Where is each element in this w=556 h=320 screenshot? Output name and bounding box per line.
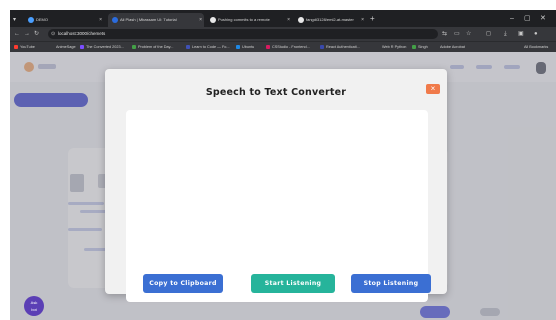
maximize-icon[interactable]: ▢	[524, 13, 531, 25]
tab-label: fangdi3128/eml2-at-master	[306, 17, 354, 22]
bookmark-star-icon[interactable]: ☆	[466, 29, 471, 39]
chat-bot-label: Ask bot	[30, 300, 38, 312]
reload-icon[interactable]: ↻	[34, 29, 39, 39]
tab-ali-plash[interactable]: Ali Plash | Mbassam UI: Tutorial ×	[108, 13, 204, 27]
tab-search-icon[interactable]: ▾	[12, 13, 20, 27]
address-bar[interactable]: ⊙ localhost:3000/chemets	[48, 29, 438, 39]
close-tab-icon[interactable]: ×	[99, 13, 102, 27]
tab-label: Ali Plash | Mbassam UI: Tutorial	[120, 17, 177, 22]
github-icon	[298, 17, 304, 23]
copy-to-clipboard-button[interactable]: Copy to Clipboard	[143, 274, 223, 293]
browser-toolbar: ← → ↻ ⊙ localhost:3000/chemets ⇆ ▭ ☆ ◻ ⤓…	[10, 27, 556, 41]
tab-label: DEMO	[36, 17, 48, 22]
download-icon[interactable]: ⤓	[504, 29, 507, 39]
tab-github[interactable]: fangdi3128/eml2-at-master ×	[294, 13, 366, 27]
tab-demo[interactable]: DEMO ×	[24, 13, 104, 27]
close-tab-icon[interactable]: ×	[361, 13, 364, 27]
close-tab-icon[interactable]: ×	[199, 13, 202, 27]
bookmarks-bar: YouTube AnimeSage The Converted 2023... …	[10, 41, 556, 52]
tab-pushing-commits[interactable]: Pushing commits to a remote ×	[206, 13, 292, 27]
tab-favicon-icon	[112, 17, 118, 23]
modal-title: Speech to Text Converter	[205, 87, 347, 98]
start-listening-button[interactable]: Start Listening	[251, 274, 335, 293]
translate-icon[interactable]: ⇆	[442, 29, 447, 39]
stop-listening-button[interactable]: Stop Listening	[351, 274, 431, 293]
profile-icon[interactable]: ●	[534, 29, 538, 39]
back-icon[interactable]: ←	[14, 29, 20, 39]
close-tab-icon[interactable]: ×	[287, 13, 290, 27]
minimize-icon[interactable]: –	[510, 13, 514, 25]
sidebar-icon[interactable]: ▣	[518, 29, 524, 39]
close-window-icon[interactable]: ✕	[540, 13, 546, 25]
screen-cast-icon[interactable]: ▭	[454, 29, 460, 39]
extensions-icon[interactable]: ◻	[486, 29, 491, 39]
new-tab-button[interactable]: +	[370, 13, 375, 25]
forward-icon[interactable]: →	[24, 29, 30, 39]
tab-strip: ▾ DEMO × Ali Plash | Mbassam UI: Tutoria…	[10, 10, 556, 27]
speech-to-text-modal: Speech to Text Converter × Copy to Clipb…	[105, 69, 447, 302]
url-text: localhost:3000/chemets	[58, 31, 106, 36]
tab-label: Pushing commits to a remote	[218, 17, 270, 22]
close-modal-button[interactable]: ×	[426, 84, 440, 94]
site-info-icon[interactable]: ⊙	[51, 30, 55, 38]
tab-favicon-icon	[210, 17, 216, 23]
tab-favicon-icon	[28, 17, 34, 23]
chat-bot-button[interactable]: Ask bot	[24, 296, 44, 316]
browser-window: ▾ DEMO × Ali Plash | Mbassam UI: Tutoria…	[10, 10, 556, 320]
